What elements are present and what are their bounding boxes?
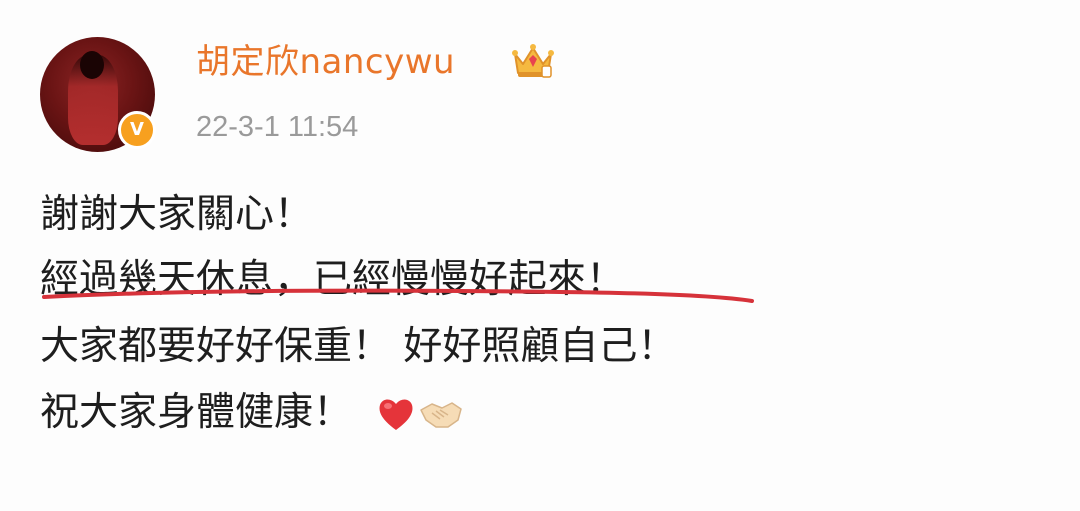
- author-name[interactable]: 胡定欣nancywu: [196, 42, 455, 82]
- post-text-line: 大家都要好好保重！ 好好照顧自己！: [40, 324, 677, 369]
- post-text-line: 祝大家身體健康！: [40, 390, 353, 435]
- avatar-head: [80, 51, 104, 79]
- post-text-line: 謝謝大家關心！: [40, 192, 314, 237]
- heart-emoji-icon: [379, 399, 413, 430]
- post-timestamp: 22-3-1 11:54: [196, 111, 359, 143]
- crown-icon: [512, 44, 554, 78]
- verified-badge-icon: V: [118, 111, 156, 149]
- weibo-post: V 胡定欣nancywu 22-3-1 11:54 謝謝大家關心！ 經過幾天休息…: [0, 0, 1080, 511]
- post-text-line: 經過幾天休息，已經慢慢好起來！: [40, 257, 626, 302]
- handshake-emoji-icon: [420, 402, 462, 428]
